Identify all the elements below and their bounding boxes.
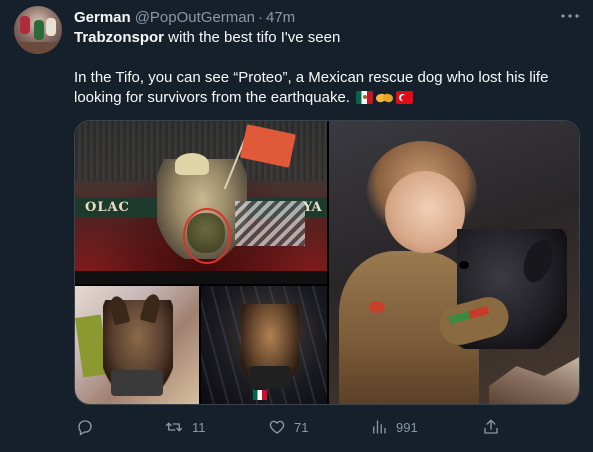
red-highlight-circle	[183, 208, 231, 264]
handshake-icon	[375, 91, 395, 104]
retweet-count: 11	[192, 419, 206, 435]
retweet-button[interactable]: 11	[164, 416, 206, 438]
tweet-text-line1: Trabzonspor with the best tifo I've seen	[74, 28, 574, 48]
reply-icon	[76, 418, 94, 436]
puppy-nose	[459, 261, 469, 269]
more-icon[interactable]	[560, 8, 580, 24]
girl-badge	[369, 301, 385, 313]
tweet[interactable]: German @PopOutGerman · 47m Trabzonspor w…	[0, 0, 593, 452]
tweet-text-paragraph: In the Tifo, you can see “Proteo”, a Mex…	[74, 68, 574, 108]
media-image-rescue-dog[interactable]	[201, 286, 327, 404]
views-button[interactable]: 991	[370, 416, 418, 438]
action-bar: 11 71 991	[74, 416, 504, 438]
heart-icon	[268, 418, 286, 436]
retweet-icon	[164, 418, 184, 436]
emoji-group	[356, 91, 414, 104]
turkey-flag-icon	[396, 91, 414, 104]
media-image-mural[interactable]	[75, 286, 199, 404]
mural-dog-vest	[111, 370, 163, 396]
avatar-shape	[20, 16, 30, 34]
views-count: 991	[396, 419, 418, 435]
mention-link[interactable]: Trabzonspor	[74, 29, 164, 46]
media-grid[interactable]: OLAC YA	[74, 120, 580, 405]
tweet-paragraph-text: In the Tifo, you can see “Proteo”, a Mex…	[74, 69, 549, 106]
separator-dot: ·	[257, 8, 263, 26]
author-handle[interactable]: @PopOutGerman	[135, 9, 255, 26]
rescue-dog-vest	[249, 366, 291, 388]
avatar-shape	[46, 18, 56, 36]
avatar[interactable]	[14, 6, 62, 54]
timestamp[interactable]: 47m	[266, 9, 295, 26]
tifo-banner-text-left: OLAC	[85, 200, 130, 215]
girl-face	[385, 171, 465, 253]
author-name[interactable]: German	[74, 9, 131, 26]
mexico-flag-icon	[356, 91, 374, 104]
avatar-shape	[34, 20, 44, 40]
reply-button[interactable]	[76, 416, 102, 438]
media-image-tifo[interactable]: OLAC YA	[75, 121, 327, 284]
tifo-helmet	[175, 153, 209, 175]
tweet-text-rest: with the best tifo I've seen	[164, 29, 341, 46]
mexico-flag-patch	[253, 390, 267, 400]
rubble	[489, 356, 579, 404]
avatar-shape	[14, 42, 62, 54]
tifo-rubble	[235, 201, 305, 246]
views-icon	[370, 418, 388, 436]
tifo-banner-text-right: YA	[303, 200, 322, 215]
tifo-ad-board	[75, 271, 327, 284]
tweet-header: German @PopOutGerman · 47m	[74, 7, 295, 27]
tweet-text: Trabzonspor with the best tifo I've seen…	[74, 28, 574, 108]
media-image-girl-puppy[interactable]	[329, 121, 579, 404]
share-button[interactable]	[482, 416, 500, 438]
share-icon	[482, 418, 500, 436]
like-button[interactable]: 71	[268, 416, 308, 438]
like-count: 71	[294, 419, 309, 435]
